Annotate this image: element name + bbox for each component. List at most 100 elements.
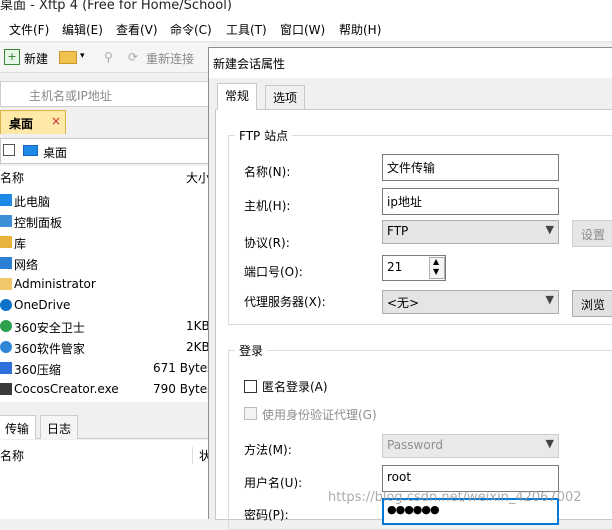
tab-desktop-label: 桌面 (9, 117, 34, 131)
file-name: 网络 (14, 258, 39, 272)
file-name: CocosCreator.exe (14, 382, 119, 396)
file-name: 360软件管家 (14, 342, 85, 356)
ftp-site-group-title: FTP 站点 (235, 127, 293, 144)
menu-help[interactable]: 帮助(H) (339, 21, 381, 38)
menu-bar: 文件(F) 编辑(E) 查看(V) 命令(C) 工具(T) 窗口(W) 帮助(H… (0, 16, 612, 42)
list-item[interactable]: 360安全卫士 1KB (0, 316, 210, 337)
proxy-select[interactable]: <无> ▼ (382, 290, 559, 314)
method-label: 方法(M): (244, 443, 292, 457)
chevron-down-icon: ▼ (545, 437, 554, 450)
desktop-icon (23, 145, 38, 156)
password-label: 密码(P): (244, 508, 289, 522)
auth-agent-label[interactable]: 使用身份验证代理(G) (262, 406, 377, 423)
dialog-title: 新建会话属性 (213, 57, 286, 71)
file-name: 控制面板 (14, 216, 63, 230)
anonymous-login-checkbox[interactable] (244, 380, 257, 393)
file-size: 671 Bytes (153, 361, 214, 375)
column-header-name[interactable]: 名称 (0, 169, 24, 186)
name-field[interactable]: 文件传输 (382, 154, 559, 181)
file-name: 360压缩 (14, 363, 61, 377)
file-name: 此电脑 (14, 195, 51, 209)
menu-window[interactable]: 窗口(W) (280, 21, 325, 38)
menu-edit[interactable]: 编辑(E) (62, 21, 103, 38)
local-file-list: 名称 大小 此电脑 控制面板 库 网络 Administrator OneDri… (0, 166, 214, 402)
reconnect-button[interactable]: 重新连接 (146, 50, 194, 67)
host-label: 主机(H): (244, 199, 291, 213)
file-size: 1KB (186, 319, 210, 333)
tab-log[interactable]: 日志 (40, 415, 79, 439)
menu-command[interactable]: 命令(C) (170, 21, 212, 38)
list-item[interactable]: CocosCreator.exe 790 Bytes (0, 379, 214, 400)
new-session-dialog: 新建会话属性 常规 选项 FTP 站点 名称(N): 文件传输 主机(H): i… (208, 47, 612, 530)
host-address-placeholder: 主机名或IP地址 (29, 89, 112, 103)
window-title: 桌面 - Xftp 4 (Free for Home/School) (0, 0, 232, 13)
port-value: 21 (387, 260, 403, 274)
list-item[interactable]: 此电脑 (0, 190, 210, 211)
auth-agent-checkbox[interactable] (244, 407, 257, 420)
app-icon (0, 383, 12, 395)
method-select[interactable]: Password ▼ (382, 434, 559, 458)
proxy-label: 代理服务器(X): (244, 295, 326, 309)
list-item[interactable]: 360软件管家 2KB (0, 337, 210, 358)
app-icon (0, 320, 12, 332)
bottom-tab-bar: 传输 日志 (0, 415, 210, 439)
login-group-title: 登录 (235, 342, 268, 359)
title-bar: 桌面 - Xftp 4 (Free for Home/School) (0, 0, 612, 16)
list-item[interactable]: OneDrive (0, 295, 210, 316)
file-name: OneDrive (14, 298, 71, 312)
transfer-list: 名称 状 (0, 440, 211, 519)
tab-options[interactable]: 选项 (265, 85, 306, 109)
column-header-size[interactable]: 大小 (186, 169, 210, 186)
pc-icon (0, 194, 12, 206)
username-label: 用户名(U): (244, 476, 303, 490)
menu-file[interactable]: 文件(F) (9, 21, 49, 38)
chevron-down-icon[interactable]: ▾ (80, 51, 85, 61)
new-session-icon: + (4, 49, 20, 65)
path-bar[interactable]: 桌面 (0, 138, 210, 164)
tab-transfer[interactable]: 传输 (0, 415, 37, 439)
protocol-label: 协议(R): (244, 236, 290, 250)
view-toggle-icon[interactable] (3, 144, 15, 156)
network-icon (0, 257, 12, 269)
anonymous-login-label[interactable]: 匿名登录(A) (262, 378, 328, 395)
proxy-browse-button[interactable]: 浏览 (572, 290, 612, 317)
tab-desktop[interactable]: 桌面 × (0, 110, 66, 134)
file-name: Administrator (14, 277, 96, 291)
list-item[interactable]: 网络 (0, 253, 210, 274)
protocol-settings-button[interactable]: 设置 (572, 220, 612, 247)
list-item[interactable]: 控制面板 (0, 211, 210, 232)
file-size: 790 Bytes (153, 382, 214, 396)
new-button[interactable]: 新建 (24, 50, 48, 67)
list-item[interactable]: 360压缩 671 Bytes (0, 358, 214, 379)
app-icon (0, 341, 12, 353)
watermark: https://blog.csdn.net/weixin_42067002 (328, 490, 582, 505)
list-item[interactable]: Administrator (0, 274, 210, 295)
protocol-select[interactable]: FTP ▼ (382, 220, 559, 244)
library-icon (0, 236, 12, 248)
chevron-down-icon: ▼ (545, 293, 554, 306)
list-item[interactable]: 库 (0, 232, 210, 253)
dialog-title-bar: 新建会话属性 (209, 48, 612, 78)
current-path: 桌面 (43, 146, 68, 160)
column-header-name[interactable]: 名称 (0, 447, 24, 464)
tab-general[interactable]: 常规 (217, 83, 258, 110)
control-panel-icon (0, 215, 12, 227)
protocol-value: FTP (387, 224, 409, 238)
chevron-down-icon[interactable]: ▼ (433, 267, 439, 276)
username-field[interactable]: root (382, 465, 559, 492)
menu-view[interactable]: 查看(V) (116, 21, 158, 38)
file-size: 2KB (186, 340, 210, 354)
port-stepper[interactable]: ▲ ▼ (429, 257, 445, 279)
name-label: 名称(N): (244, 165, 291, 179)
file-name: 库 (14, 237, 27, 251)
host-field[interactable]: ip地址 (382, 188, 559, 215)
method-value: Password (387, 438, 444, 452)
open-folder-icon[interactable] (59, 51, 77, 64)
toolbar: + 新建 ▾ ⚲ ⟳ 重新连接 (0, 43, 210, 73)
menu-tools[interactable]: 工具(T) (226, 21, 267, 38)
chevron-up-icon[interactable]: ▲ (433, 257, 439, 266)
close-icon[interactable]: × (51, 114, 61, 128)
port-label: 端口号(O): (244, 265, 303, 279)
tab-panel-general: FTP 站点 名称(N): 文件传输 主机(H): ip地址 协议(R): FT… (215, 109, 612, 530)
host-address-input[interactable]: 主机名或IP地址 (0, 81, 210, 107)
